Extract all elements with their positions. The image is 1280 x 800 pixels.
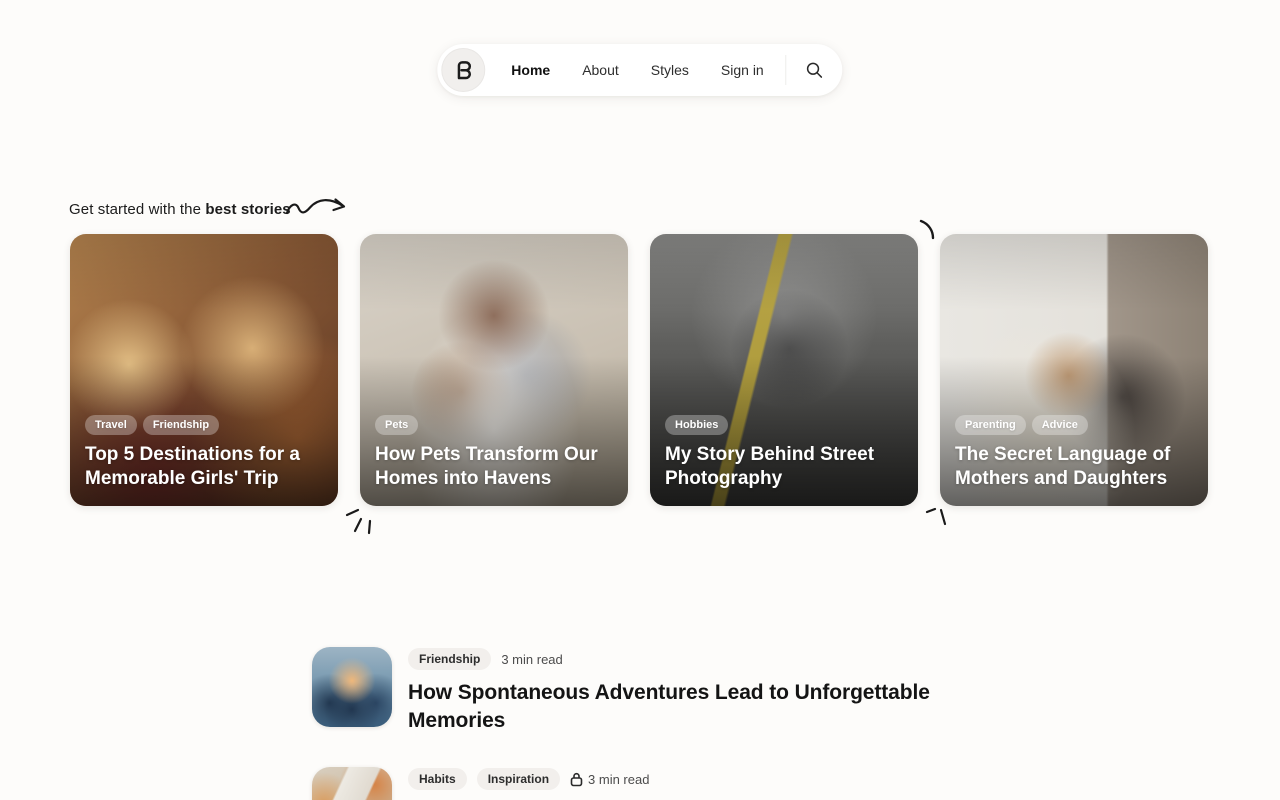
- tag-friendship[interactable]: Friendship: [143, 415, 219, 435]
- article-list: Friendship 3 min read How Spontaneous Ad…: [312, 647, 963, 800]
- article-meta: Friendship 3 min read: [408, 648, 963, 670]
- read-time: 3 min read: [501, 652, 562, 667]
- featured-card-girls-trip[interactable]: Travel Friendship Top 5 Destinations for…: [70, 234, 338, 506]
- card-title: Top 5 Destinations for a Memorable Girls…: [85, 443, 323, 491]
- heading-bold-text: best stories: [205, 201, 290, 218]
- brand-logo-icon: [450, 57, 476, 83]
- card-tags: Pets: [375, 415, 613, 435]
- nav-links: Home About Styles Sign in: [495, 54, 779, 86]
- card-tags: Hobbies: [665, 415, 903, 435]
- card-title: How Pets Transform Our Homes into Havens: [375, 443, 613, 491]
- card-content: Pets How Pets Transform Our Homes into H…: [360, 401, 628, 506]
- article-row-adventures[interactable]: Friendship 3 min read How Spontaneous Ad…: [312, 647, 963, 734]
- card-title: The Secret Language of Mothers and Daugh…: [955, 443, 1193, 491]
- article-title[interactable]: How Spontaneous Adventures Lead to Unfor…: [408, 679, 963, 734]
- search-button[interactable]: [793, 48, 837, 92]
- nav-divider: [786, 55, 787, 85]
- nav-item-styles[interactable]: Styles: [635, 54, 705, 86]
- article-meta: Habits Inspiration 3 min read: [408, 768, 963, 790]
- tag-habits[interactable]: Habits: [408, 768, 467, 790]
- card-content: Travel Friendship Top 5 Destinations for…: [70, 401, 338, 506]
- read-time: 3 min read: [570, 772, 649, 787]
- nav-item-signin[interactable]: Sign in: [705, 54, 780, 86]
- nav-item-home[interactable]: Home: [495, 54, 566, 86]
- nav-item-about[interactable]: About: [566, 54, 635, 86]
- tag-friendship[interactable]: Friendship: [408, 648, 491, 670]
- heading-regular-text: Get started with the: [69, 201, 205, 218]
- doodle-strokes-icon: [924, 503, 952, 529]
- article-row-reading[interactable]: Habits Inspiration 3 min read Embracing …: [312, 767, 963, 800]
- article-thumbnail: [312, 647, 392, 727]
- card-tags: Parenting Advice: [955, 415, 1193, 435]
- tag-hobbies[interactable]: Hobbies: [665, 415, 728, 435]
- featured-card-street-photography[interactable]: Hobbies My Story Behind Street Photograp…: [650, 234, 918, 506]
- doodle-curve-icon: [916, 216, 942, 244]
- tag-travel[interactable]: Travel: [85, 415, 137, 435]
- search-icon: [805, 60, 825, 80]
- article-body: Friendship 3 min read How Spontaneous Ad…: [408, 647, 963, 734]
- doodle-strokes-icon: [344, 506, 380, 538]
- tag-pets[interactable]: Pets: [375, 415, 418, 435]
- featured-card-pets[interactable]: Pets How Pets Transform Our Homes into H…: [360, 234, 628, 506]
- article-thumbnail: [312, 767, 392, 800]
- lock-icon: [570, 772, 583, 787]
- article-body: Habits Inspiration 3 min read Embracing …: [408, 767, 963, 800]
- tag-parenting[interactable]: Parenting: [955, 415, 1026, 435]
- card-content: Hobbies My Story Behind Street Photograp…: [650, 401, 918, 506]
- card-content: Parenting Advice The Secret Language of …: [940, 401, 1208, 506]
- arrow-doodle-icon: [284, 193, 352, 223]
- brand-logo[interactable]: [441, 48, 485, 92]
- tag-inspiration[interactable]: Inspiration: [477, 768, 560, 790]
- featured-card-mothers-daughters[interactable]: Parenting Advice The Secret Language of …: [940, 234, 1208, 506]
- top-navigation: Home About Styles Sign in: [437, 44, 842, 96]
- section-heading: Get started with the best stories: [69, 201, 291, 218]
- read-time-text: 3 min read: [588, 772, 649, 787]
- featured-cards-row: Travel Friendship Top 5 Destinations for…: [70, 234, 1208, 506]
- card-title: My Story Behind Street Photography: [665, 443, 903, 491]
- tag-advice[interactable]: Advice: [1032, 415, 1088, 435]
- card-tags: Travel Friendship: [85, 415, 323, 435]
